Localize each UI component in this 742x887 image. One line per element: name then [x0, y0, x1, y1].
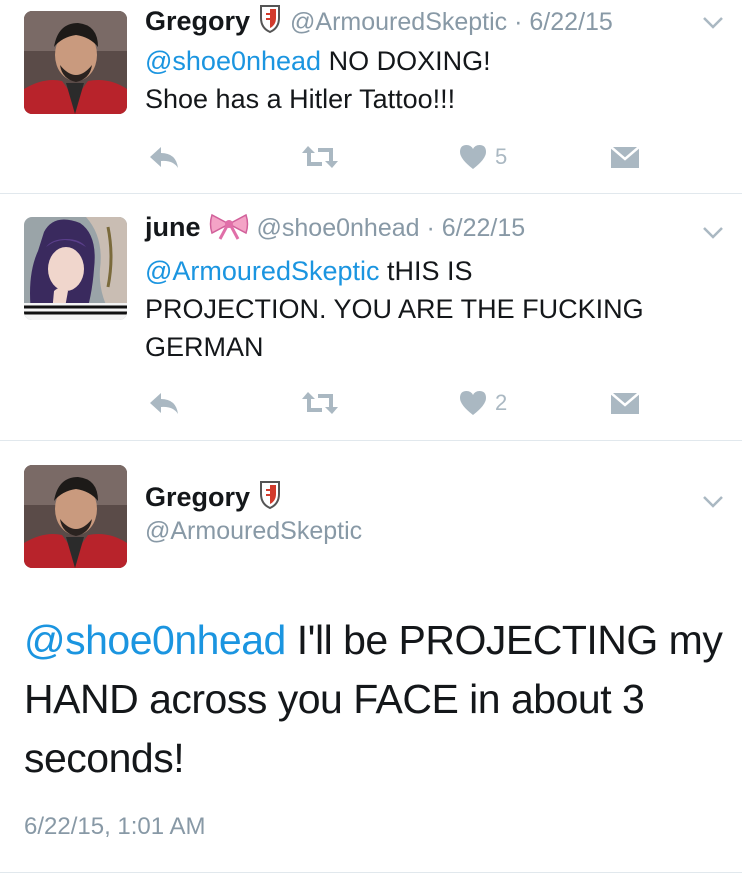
like-count: 2 — [495, 390, 508, 415]
chevron-down-icon[interactable] — [702, 226, 724, 240]
dot-separator: · — [419, 214, 442, 242]
shield-icon — [258, 4, 282, 39]
tweet-text-line: GERMAN — [145, 332, 264, 362]
bow-icon — [209, 212, 249, 245]
retweet-icon — [302, 392, 338, 414]
avatar[interactable] — [24, 217, 127, 320]
tweet-text-line: PROJECTION. YOU ARE THE FUCKING — [145, 294, 644, 324]
tweet-text: @shoe0nhead NO DOXING! Shoe has a Hitler… — [145, 42, 715, 118]
divider — [0, 872, 742, 873]
tweet-actions: 2 — [145, 388, 665, 418]
tweet-text: @ArmouredSkeptic tHIS IS PROJECTION. YOU… — [145, 252, 715, 366]
mention-link[interactable]: @ArmouredSkeptic — [145, 256, 380, 286]
tweet-text-line: seconds! — [24, 735, 185, 781]
envelope-icon — [610, 392, 640, 414]
display-name[interactable]: Gregory — [145, 482, 250, 512]
mention-link[interactable]: @shoe0nhead — [24, 617, 286, 663]
reply-icon — [150, 393, 178, 414]
heart-icon — [460, 391, 486, 415]
tweet-text-line: Shoe has a Hitler Tattoo!!! — [145, 84, 456, 114]
reply-button[interactable] — [147, 142, 181, 172]
focused-tweet-text: @shoe0nhead I'll be PROJECTING my HAND a… — [24, 611, 724, 788]
tweet-header: june @shoe0nhead · 6/22/15 — [145, 212, 525, 245]
dm-button[interactable] — [610, 142, 640, 172]
mention-link[interactable]: @shoe0nhead — [145, 46, 321, 76]
dot-separator: · — [507, 8, 530, 36]
envelope-icon — [610, 146, 640, 168]
like-count: 5 — [495, 144, 508, 169]
handle[interactable]: @shoe0nhead — [257, 214, 420, 242]
tweet-timestamp[interactable]: 6/22/15, 1:01 AM — [24, 813, 205, 841]
tweet-text-part: tHIS IS — [379, 256, 473, 286]
display-name[interactable]: Gregory — [145, 6, 250, 36]
avatar[interactable] — [24, 465, 127, 568]
chevron-down-icon[interactable] — [702, 16, 724, 30]
tweet-text-line: HAND across you FACE in about 3 — [24, 676, 645, 722]
handle[interactable]: @ArmouredSkeptic — [145, 517, 362, 545]
handle[interactable]: @ArmouredSkeptic — [290, 8, 507, 36]
dm-button[interactable] — [610, 388, 640, 418]
tweet-2[interactable]: june @shoe0nhead · 6/22/15 @ArmouredSkept… — [0, 194, 742, 440]
reply-button[interactable] — [147, 388, 181, 418]
tweet-date[interactable]: 6/22/15 — [529, 8, 612, 36]
tweet-header: Gregory @ArmouredSkeptic · 6/22/15 — [145, 4, 613, 39]
tweet-actions: 5 — [145, 142, 665, 172]
chevron-down-icon[interactable] — [702, 495, 724, 509]
display-name[interactable]: june — [145, 212, 201, 242]
tweet-1[interactable]: Gregory @ArmouredSkeptic · 6/22/15 @shoe0… — [0, 0, 742, 193]
retweet-button[interactable] — [300, 388, 340, 418]
heart-icon — [460, 145, 486, 169]
shield-icon — [258, 480, 282, 515]
tweet-text-part: NO DOXING! — [321, 46, 491, 76]
like-button[interactable]: 2 — [459, 388, 507, 418]
retweet-button[interactable] — [300, 142, 340, 172]
focused-tweet: Gregory @ArmouredSkeptic @shoe0nhead I'l… — [0, 441, 742, 881]
tweet-header: Gregory — [145, 480, 290, 515]
tweet-handle-row: @ArmouredSkeptic — [145, 517, 362, 546]
retweet-icon — [302, 146, 338, 168]
reply-icon — [150, 147, 178, 168]
tweet-text-part: I'll be PROJECTING my — [285, 617, 723, 663]
like-button[interactable]: 5 — [459, 142, 507, 172]
tweet-date[interactable]: 6/22/15 — [442, 214, 525, 242]
avatar[interactable] — [24, 11, 127, 114]
